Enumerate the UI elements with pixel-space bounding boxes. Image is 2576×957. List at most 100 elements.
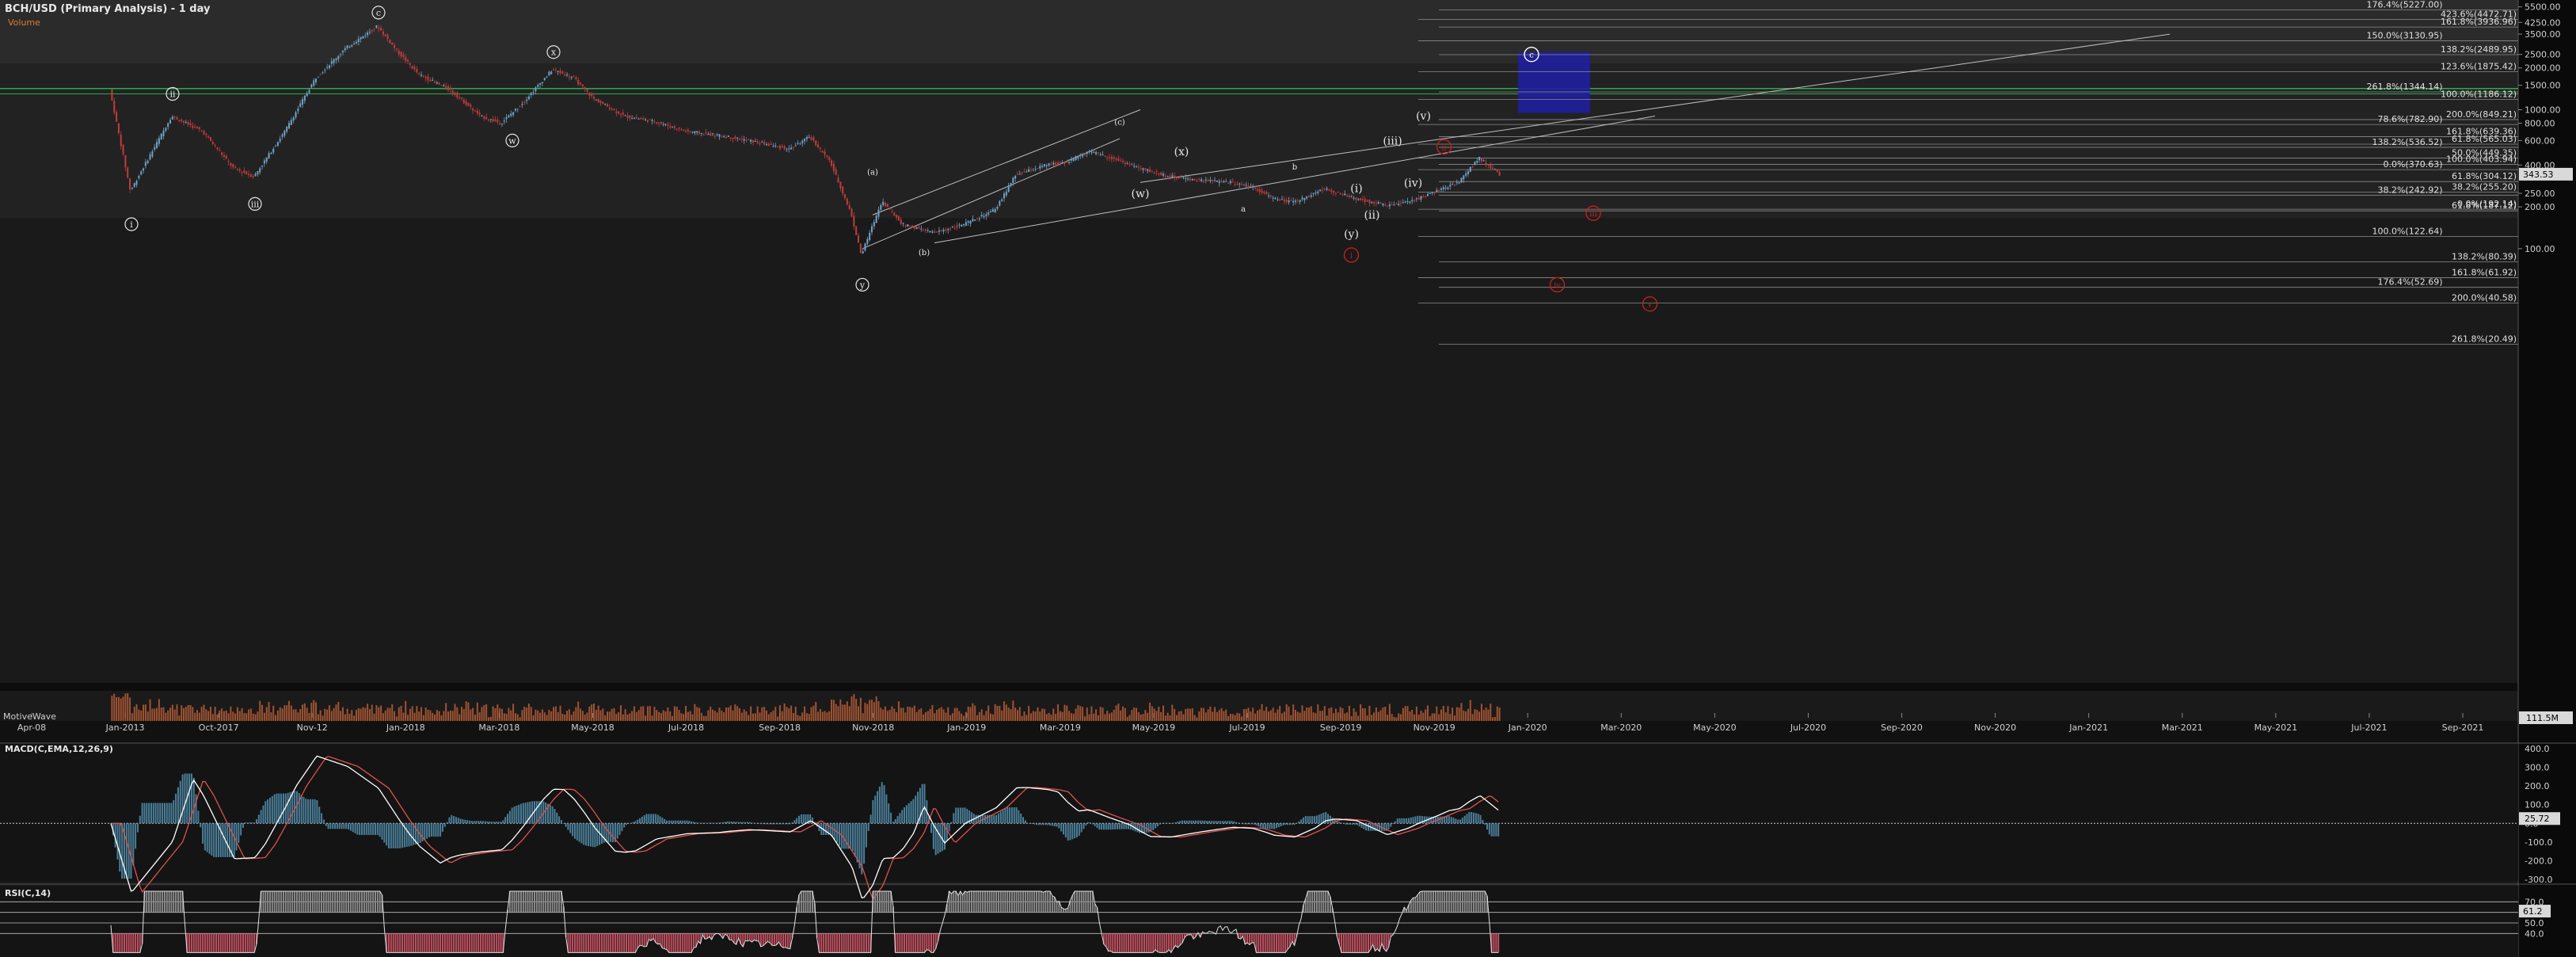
- candle-body: [344, 48, 346, 51]
- candle-body: [1018, 173, 1021, 175]
- volume-bar: [783, 703, 786, 721]
- candle-body: [447, 86, 450, 90]
- candle-body: [303, 95, 306, 101]
- candle-body: [1032, 170, 1034, 171]
- volume-bar: [656, 710, 658, 721]
- volume-bar: [489, 716, 492, 721]
- candle-body: [1126, 163, 1128, 165]
- price-chart[interactable]: 267000.00213750.00170750.00136500.001090…: [0, 0, 2576, 957]
- macd-tick-label: 200.0: [2525, 781, 2550, 791]
- candle-body: [1149, 169, 1151, 173]
- volume-bar: [1303, 711, 1306, 721]
- volume-bar: [445, 703, 447, 721]
- candle-body: [474, 110, 476, 112]
- candle-body: [1166, 176, 1169, 177]
- volume-bar: [1079, 706, 1082, 721]
- candle-body: [1016, 173, 1018, 175]
- candle-body: [492, 119, 494, 122]
- volume-bar: [1158, 707, 1160, 721]
- volume-bar: [532, 715, 535, 721]
- candle-body: [335, 58, 337, 61]
- volume-bar: [980, 709, 983, 721]
- volume-bar: [839, 699, 842, 721]
- candle-body: [238, 169, 241, 171]
- candle-body: [581, 84, 584, 87]
- volume-bar: [1126, 717, 1128, 721]
- volume-bar: [716, 712, 718, 721]
- volume-bar: [1056, 704, 1059, 721]
- volume-bar: [526, 707, 528, 721]
- volume-bar: [985, 711, 987, 721]
- candle-body: [896, 215, 898, 218]
- candle-body: [1155, 171, 1158, 173]
- volume-bar: [459, 714, 461, 721]
- fib-level-label: 123.6%(1875.42): [2441, 62, 2517, 72]
- volume-bar: [1265, 707, 1268, 721]
- candle-body: [853, 215, 855, 227]
- volume-bar: [710, 707, 712, 721]
- volume-bar: [303, 703, 306, 721]
- volume-bar: [1234, 715, 1236, 721]
- candle-body: [113, 100, 116, 113]
- candle-body: [283, 130, 286, 136]
- volume-bar: [805, 713, 808, 721]
- volume-bar: [297, 712, 299, 721]
- candle-body: [1469, 166, 1471, 172]
- volume-bar: [897, 701, 900, 721]
- volume-bar: [1164, 715, 1166, 721]
- candle-body: [819, 147, 821, 149]
- candle-body: [1082, 154, 1084, 157]
- volume-bar: [238, 711, 241, 721]
- price-tick-label: 200.00: [2525, 202, 2555, 212]
- volume-bar: [1239, 713, 1241, 721]
- candle-body: [1498, 172, 1501, 176]
- volume-bar: [812, 705, 815, 721]
- candle-body: [1411, 200, 1414, 201]
- volume-bar: [1072, 713, 1075, 721]
- candle-body: [1398, 204, 1400, 206]
- candle-body: [315, 78, 318, 82]
- candle-body: [718, 134, 721, 137]
- volume-bar: [761, 707, 763, 721]
- volume-bar: [1109, 713, 1111, 721]
- candle-body: [1290, 200, 1292, 201]
- candle-body: [821, 151, 824, 153]
- volume-bar: [1198, 711, 1200, 721]
- rsi-title: RSI(C,14): [5, 888, 51, 898]
- candle-body: [564, 74, 566, 76]
- volume-bar: [573, 711, 575, 721]
- volume-bar: [745, 711, 748, 721]
- volume-bar: [169, 707, 172, 721]
- volume-bar: [618, 712, 620, 721]
- volume-bar: [117, 696, 120, 721]
- volume-bar: [1166, 712, 1169, 721]
- candle-body: [871, 226, 873, 233]
- volume-bar: [1384, 707, 1387, 721]
- candle-body: [934, 231, 936, 233]
- candle-body: [151, 151, 154, 157]
- volume-bar: [790, 705, 793, 721]
- volume-bar: [961, 713, 963, 721]
- candle-body: [1422, 196, 1425, 197]
- volume-bar: [580, 708, 582, 721]
- volume-bar: [391, 704, 394, 721]
- volume-bar: [750, 706, 752, 721]
- volume-bar: [227, 713, 230, 721]
- volume-bar: [1099, 707, 1102, 721]
- volume-bar: [333, 707, 335, 721]
- volume-bar: [205, 709, 207, 721]
- candle-body: [1252, 185, 1254, 188]
- volume-bar: [460, 707, 462, 721]
- volume-bar: [492, 706, 494, 721]
- volume-bar: [831, 700, 833, 721]
- volume-bar: [1120, 710, 1122, 721]
- candle-body: [1162, 173, 1164, 176]
- candle-body: [1147, 169, 1149, 171]
- fib-level-label: 176.4%(5227.00): [2366, 0, 2442, 10]
- candle-body: [111, 89, 113, 101]
- candle-body: [1425, 196, 1427, 197]
- volume-bar: [1292, 704, 1295, 721]
- candle-body: [449, 87, 451, 90]
- candle-body: [705, 132, 707, 134]
- candle-body: [1131, 163, 1133, 166]
